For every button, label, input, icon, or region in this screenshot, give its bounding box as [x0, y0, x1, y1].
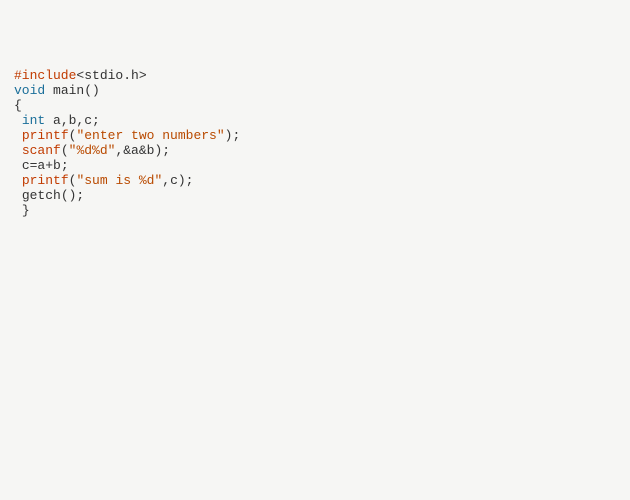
- code-line: c=a+b;: [14, 158, 616, 173]
- code-token: }: [22, 203, 30, 218]
- code-token: main(): [45, 83, 100, 98]
- indent: [14, 158, 22, 173]
- code-token: <stdio.h>: [76, 68, 146, 83]
- code-token: scanf: [22, 143, 61, 158]
- code-line: scanf("%d%d",&a&b);: [14, 143, 616, 158]
- code-token: ,c);: [162, 173, 193, 188]
- code-line: int a,b,c;: [14, 113, 616, 128]
- code-token: );: [225, 128, 241, 143]
- code-line: }: [14, 203, 616, 218]
- code-line: printf("sum is %d",c);: [14, 173, 616, 188]
- indent: [14, 173, 22, 188]
- code-block: #include<stdio.h>void main(){ int a,b,c;…: [14, 68, 616, 218]
- indent: [14, 143, 22, 158]
- code-token: #include: [14, 68, 76, 83]
- code-token: "%d%d": [69, 143, 116, 158]
- code-line: void main(): [14, 83, 616, 98]
- indent: [14, 203, 22, 218]
- code-line: #include<stdio.h>: [14, 68, 616, 83]
- code-token: {: [14, 98, 22, 113]
- code-line: printf("enter two numbers");: [14, 128, 616, 143]
- code-token: printf: [22, 173, 69, 188]
- code-token: printf: [22, 128, 69, 143]
- code-token: "sum is %d": [76, 173, 162, 188]
- code-token: int: [22, 113, 45, 128]
- code-token: ,&a&b);: [115, 143, 170, 158]
- code-token: getch();: [22, 188, 84, 203]
- indent: [14, 128, 22, 143]
- indent: [14, 113, 22, 128]
- code-token: (: [61, 143, 69, 158]
- indent: [14, 188, 22, 203]
- code-line: getch();: [14, 188, 616, 203]
- code-token: "enter two numbers": [76, 128, 224, 143]
- code-token: c=a+b;: [22, 158, 69, 173]
- code-token: a,b,c;: [45, 113, 100, 128]
- code-token: void: [14, 83, 45, 98]
- code-line: {: [14, 98, 616, 113]
